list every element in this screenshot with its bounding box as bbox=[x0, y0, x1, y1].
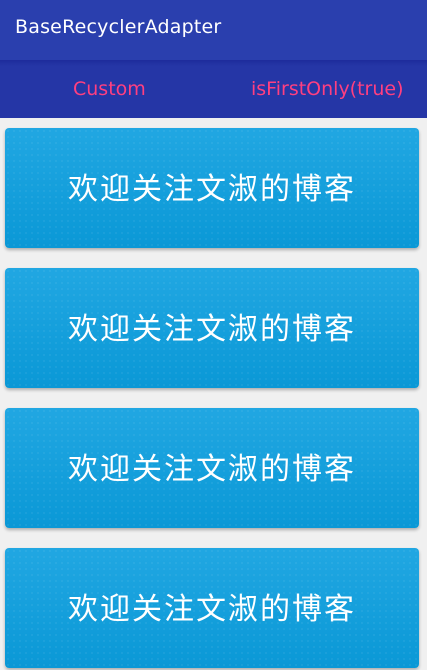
custom-button[interactable]: Custom bbox=[73, 78, 146, 100]
recycler-list[interactable]: 欢迎关注文淑的博客 欢迎关注文淑的博客 欢迎关注文淑的博客 欢迎关注文淑的博客 bbox=[0, 118, 427, 670]
list-item[interactable]: 欢迎关注文淑的博客 bbox=[5, 408, 419, 528]
list-item-text: 欢迎关注文淑的博客 bbox=[68, 172, 356, 207]
list-item-text: 欢迎关注文淑的博客 bbox=[68, 452, 356, 487]
list-item[interactable]: 欢迎关注文淑的博客 bbox=[5, 128, 419, 248]
app-bar: BaseRecyclerAdapter bbox=[0, 0, 427, 60]
list-item[interactable]: 欢迎关注文淑的博客 bbox=[5, 548, 419, 668]
list-item[interactable]: 欢迎关注文淑的博客 bbox=[5, 268, 419, 388]
animation-toolbar: Custom isFirstOnly(true) bbox=[0, 60, 427, 118]
list-item-text: 欢迎关注文淑的博客 bbox=[68, 312, 356, 347]
first-only-toggle-button[interactable]: isFirstOnly(true) bbox=[251, 78, 404, 100]
app-title: BaseRecyclerAdapter bbox=[15, 16, 222, 38]
list-item-text: 欢迎关注文淑的博客 bbox=[68, 592, 356, 627]
